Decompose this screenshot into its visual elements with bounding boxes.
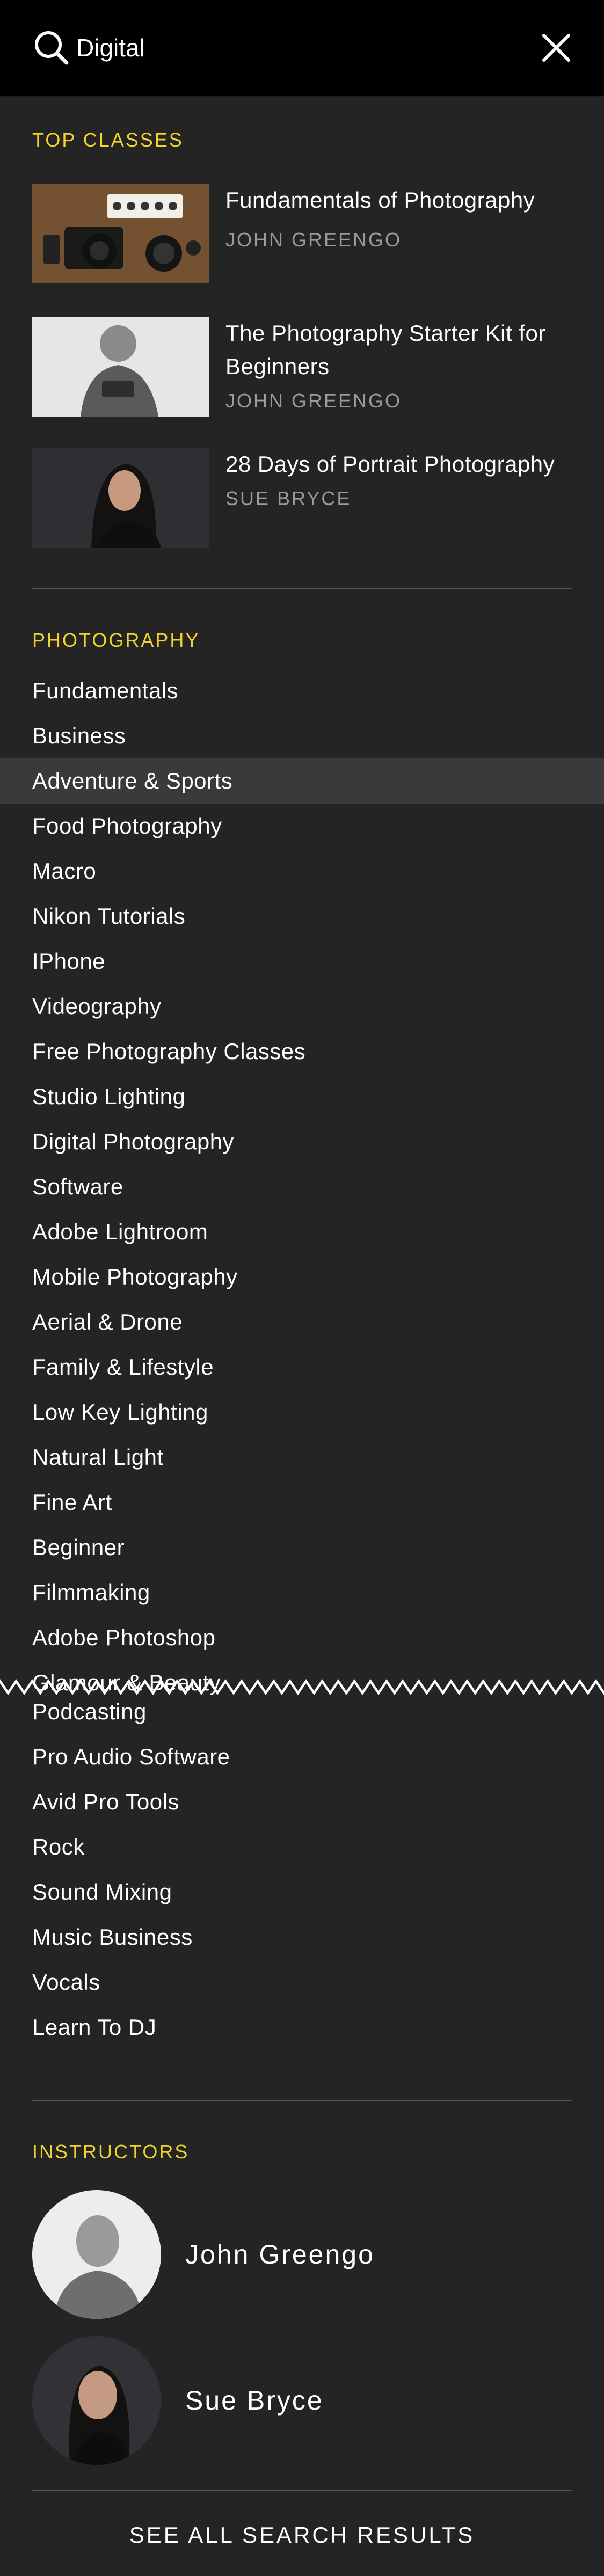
- section-divider: [32, 588, 572, 589]
- category-item[interactable]: Vocals: [0, 1960, 604, 2005]
- section-divider: [32, 2100, 572, 2101]
- top-classes-heading: TOP CLASSES: [32, 129, 184, 151]
- audio-category-list: Podcasting Pro Audio Software Avid Pro T…: [0, 1689, 604, 2050]
- class-author: JOHN GREENGO: [225, 390, 402, 412]
- category-item[interactable]: Podcasting: [0, 1689, 604, 1734]
- class-thumbnail[interactable]: [32, 448, 209, 548]
- category-item[interactable]: Low Key Lighting: [0, 1390, 604, 1435]
- category-item-highlighted[interactable]: Adventure & Sports: [0, 758, 604, 804]
- search-header: Digital: [0, 0, 604, 97]
- category-item[interactable]: Avid Pro Tools: [0, 1779, 604, 1825]
- instructor-name[interactable]: John Greengo: [185, 2190, 375, 2319]
- class-title[interactable]: The Photography Starter Kit for Beginner…: [225, 317, 569, 383]
- see-all-results-button[interactable]: SEE ALL SEARCH RESULTS: [0, 2508, 604, 2562]
- category-item[interactable]: Music Business: [0, 1915, 604, 1960]
- category-item[interactable]: Learn To DJ: [0, 2005, 604, 2050]
- category-item[interactable]: Digital Photography: [0, 1119, 604, 1164]
- category-item[interactable]: Fundamentals: [0, 668, 604, 713]
- photography-heading: PHOTOGRAPHY: [32, 629, 200, 651]
- instructor-item[interactable]: John Greengo: [32, 2190, 572, 2319]
- instructors-heading: INSTRUCTORS: [32, 2141, 190, 2163]
- section-divider: [32, 2490, 572, 2491]
- class-item[interactable]: Fundamentals of Photography JOHN GREENGO: [32, 184, 572, 286]
- class-item[interactable]: The Photography Starter Kit for Beginner…: [32, 317, 572, 424]
- search-input[interactable]: Digital: [76, 33, 541, 62]
- category-item[interactable]: Beginner: [0, 1525, 604, 1570]
- category-item[interactable]: Mobile Photography: [0, 1254, 604, 1300]
- category-item[interactable]: Pro Audio Software: [0, 1734, 604, 1779]
- category-item[interactable]: Natural Light: [0, 1435, 604, 1480]
- search-icon: [35, 31, 69, 65]
- class-item[interactable]: 28 Days of Portrait Photography SUE BRYC…: [32, 448, 572, 550]
- avatar[interactable]: [32, 2336, 161, 2465]
- instructor-item[interactable]: Sue Bryce: [32, 2336, 572, 2465]
- category-item[interactable]: Fine Art: [0, 1480, 604, 1525]
- instructor-name[interactable]: Sue Bryce: [185, 2336, 324, 2465]
- class-title[interactable]: 28 Days of Portrait Photography: [225, 448, 569, 481]
- close-icon[interactable]: [541, 32, 572, 63]
- category-item[interactable]: Rock: [0, 1825, 604, 1870]
- avatar[interactable]: [32, 2190, 161, 2319]
- category-item[interactable]: Nikon Tutorials: [0, 894, 604, 939]
- category-item[interactable]: Adobe Lightroom: [0, 1209, 604, 1254]
- category-item[interactable]: Macro: [0, 849, 604, 894]
- category-item[interactable]: IPhone: [0, 939, 604, 984]
- category-item[interactable]: Sound Mixing: [0, 1870, 604, 1915]
- class-author: JOHN GREENGO: [225, 229, 402, 251]
- category-item[interactable]: Free Photography Classes: [0, 1029, 604, 1074]
- category-item[interactable]: Videography: [0, 984, 604, 1029]
- class-author: SUE BRYCE: [225, 487, 352, 509]
- category-item[interactable]: Adobe Photoshop: [0, 1615, 604, 1660]
- category-item[interactable]: Food Photography: [0, 804, 604, 849]
- category-item[interactable]: Family & Lifestyle: [0, 1345, 604, 1390]
- category-item[interactable]: Software: [0, 1164, 604, 1209]
- category-item[interactable]: Aerial & Drone: [0, 1300, 604, 1345]
- category-item[interactable]: Studio Lighting: [0, 1074, 604, 1119]
- class-thumbnail[interactable]: [32, 184, 209, 283]
- photography-category-list: Fundamentals Business Adventure & Sports…: [0, 668, 604, 1705]
- category-item[interactable]: Business: [0, 713, 604, 758]
- class-thumbnail[interactable]: [32, 317, 209, 417]
- category-item[interactable]: Filmmaking: [0, 1570, 604, 1615]
- class-title[interactable]: Fundamentals of Photography: [225, 184, 569, 217]
